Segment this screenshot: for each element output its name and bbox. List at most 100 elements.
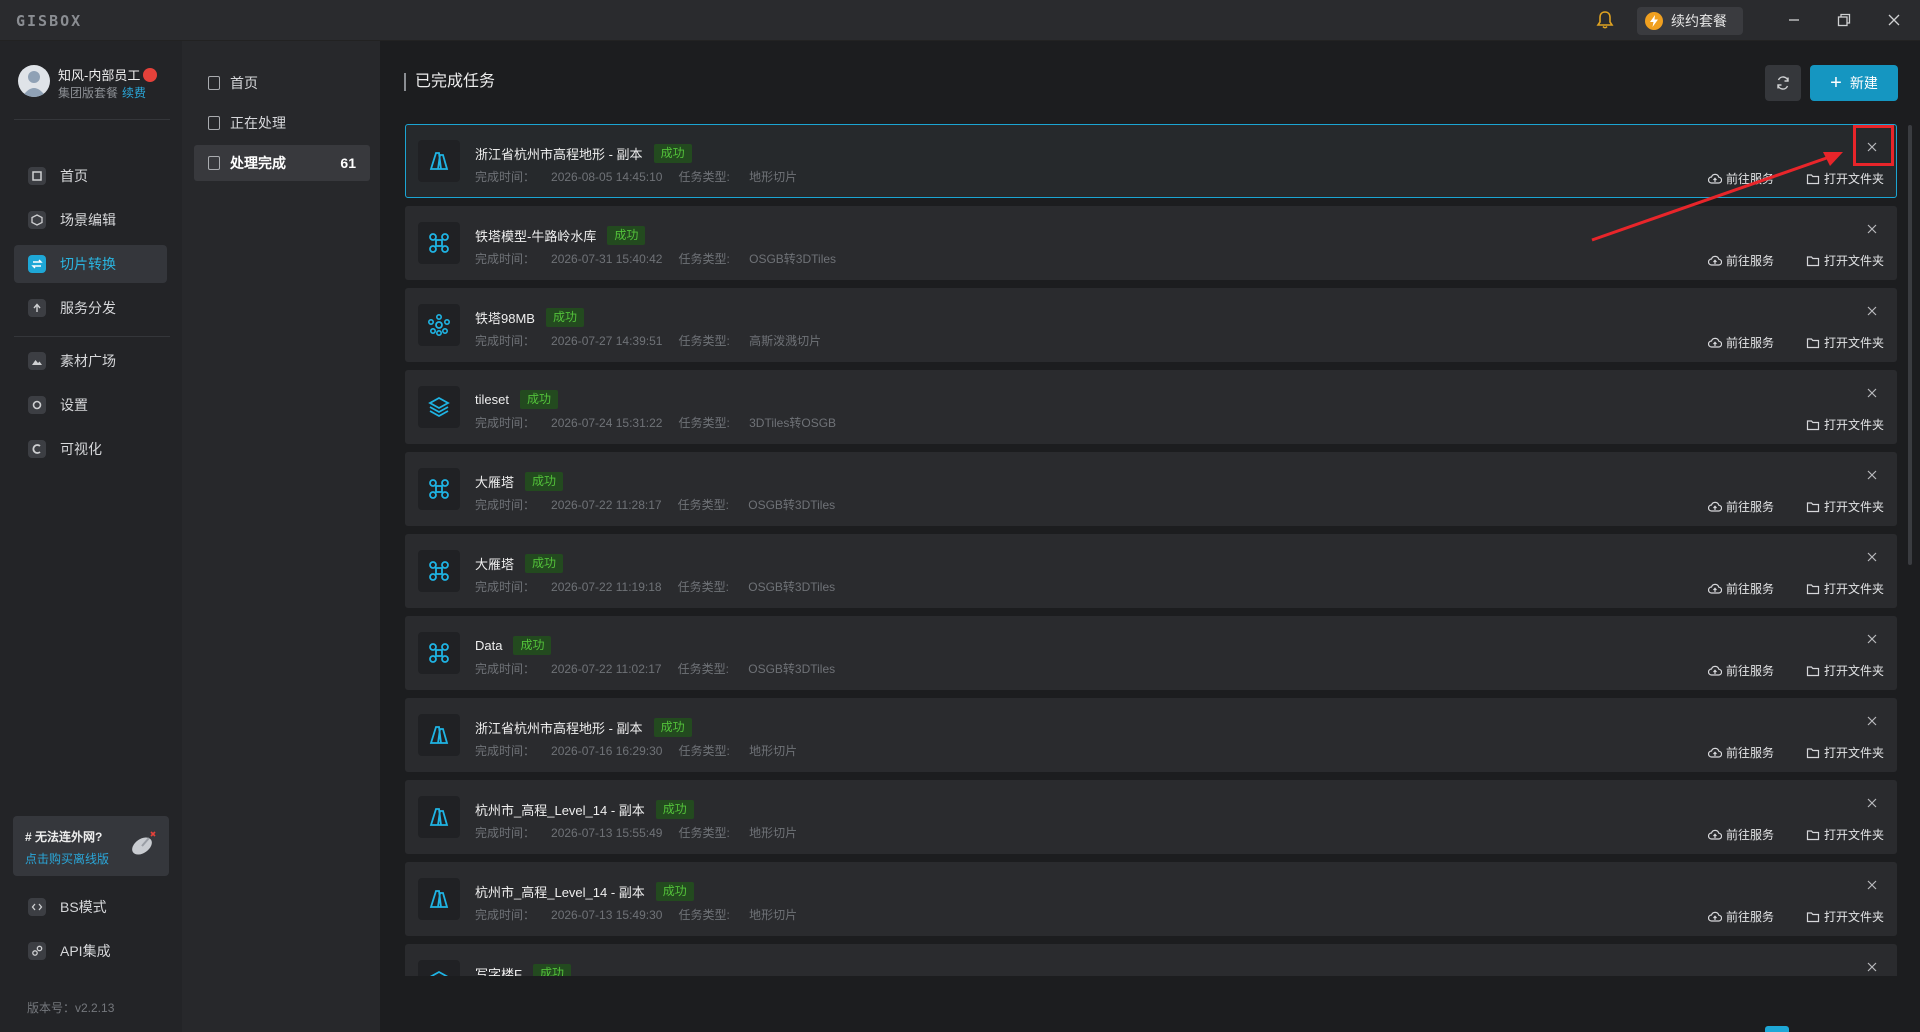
goto-service-button[interactable]: 前往服务	[1707, 826, 1774, 843]
delete-task-button[interactable]	[1864, 467, 1880, 483]
status-badge: 成功	[655, 800, 694, 819]
sub-item-processing[interactable]: 正在处理	[194, 105, 370, 141]
maximize-button[interactable]	[1832, 8, 1856, 32]
close-icon	[1888, 14, 1900, 26]
page-3-button[interactable]: 3	[1825, 1026, 1849, 1032]
goto-service-button[interactable]: 前往服务	[1707, 580, 1774, 597]
version-label: 版本号：v2.2.13	[27, 1001, 115, 1015]
task-time: 完成时间： 2026-07-13 15:55:49	[475, 826, 663, 840]
status-badge: 成功	[607, 226, 646, 245]
open-folder-button[interactable]: 打开文件夹	[1806, 334, 1884, 351]
delete-task-button[interactable]	[1864, 303, 1880, 319]
refresh-icon	[1777, 76, 1789, 90]
task-name: 写字楼F	[475, 967, 522, 976]
close-icon	[1867, 962, 1877, 972]
task-row[interactable]: 写字楼F 成功 前往服务 打开文件夹	[405, 944, 1897, 976]
minimize-button[interactable]	[1782, 8, 1806, 32]
title-bar: GISBOX 续约套餐	[0, 0, 1920, 41]
task-type-icon	[418, 632, 460, 674]
task-row[interactable]: 浙江省杭州市高程地形 - 副本 成功 完成时间： 2026-07-16 16:29…	[405, 698, 1897, 772]
task-row[interactable]: 杭州市_高程_Level_14 - 副本 成功 完成时间： 2026-07-13 …	[405, 780, 1897, 854]
nav-item-assets[interactable]: 素材广场	[14, 342, 167, 380]
user-profile[interactable]: 知风-内部员工 集团版套餐 续费	[18, 63, 178, 103]
page-4-button[interactable]: 4	[1855, 1026, 1879, 1032]
task-row[interactable]: 大雁塔 成功 完成时间： 2026-07-22 11:28:17 任务类型: OSG…	[405, 452, 1897, 526]
goto-service-button[interactable]: 前往服务	[1707, 252, 1774, 269]
bell-icon[interactable]	[1595, 10, 1615, 30]
nav-item-label: 首页	[60, 168, 88, 184]
task-type-icon	[418, 960, 460, 976]
nav-item-service[interactable]: 服务分发	[14, 289, 167, 327]
open-folder-button[interactable]: 打开文件夹	[1806, 826, 1884, 843]
scrollbar[interactable]	[1908, 125, 1912, 565]
task-row[interactable]: tileset 成功 完成时间： 2026-07-24 15:31:22 任务类型:…	[405, 370, 1897, 444]
renew-link[interactable]: 续费	[122, 86, 146, 100]
buy-offline-link[interactable]: 点击购买离线版	[25, 850, 109, 867]
close-window-button[interactable]	[1882, 8, 1906, 32]
sub-item-completed[interactable]: 处理完成 61	[194, 145, 370, 181]
task-type: 任务类型: 地形切片	[678, 908, 798, 922]
terrain-icon	[429, 152, 449, 170]
plus-icon: +	[1830, 72, 1842, 94]
sub-menu: 首页 正在处理 处理完成 61	[182, 41, 380, 1032]
task-name: 大雁塔	[475, 557, 515, 572]
nav-item-tile-convert[interactable]: 切片转换	[14, 245, 167, 283]
new-task-button[interactable]: + 新建	[1810, 65, 1898, 101]
nav-item-bs-mode[interactable]: BS模式	[14, 888, 167, 926]
delete-task-button[interactable]	[1864, 877, 1880, 893]
goto-service-button[interactable]: 前往服务	[1707, 662, 1774, 679]
goto-service-button[interactable]: 前往服务	[1707, 744, 1774, 761]
open-folder-button[interactable]: 打开文件夹	[1806, 662, 1884, 679]
open-folder-button[interactable]: 打开文件夹	[1806, 908, 1884, 925]
page-1-button[interactable]: 1	[1765, 1026, 1789, 1032]
next-page-button[interactable]: ›	[1880, 1026, 1904, 1032]
prev-page-button[interactable]: ‹	[1740, 1026, 1764, 1032]
status-badge: 成功	[545, 308, 584, 327]
task-title: 浙江省杭州市高程地形 - 副本 成功	[475, 718, 692, 737]
task-row[interactable]: Data 成功 完成时间： 2026-07-22 11:02:17 任务类型: OS…	[405, 616, 1897, 690]
delete-task-button[interactable]	[1864, 795, 1880, 811]
nav-item-home[interactable]: 首页	[14, 157, 167, 195]
goto-service-button[interactable]: 前往服务	[1707, 334, 1774, 351]
sub-item-home[interactable]: 首页	[194, 65, 370, 101]
nav-item-api[interactable]: API集成	[14, 932, 167, 970]
task-type-icon	[418, 222, 460, 264]
open-folder-button[interactable]: 打开文件夹	[1806, 498, 1884, 515]
open-folder-button[interactable]: 打开文件夹	[1806, 416, 1884, 433]
task-time: 完成时间： 2026-07-22 11:19:18	[475, 580, 662, 594]
goto-service-button[interactable]: 前往服务	[1707, 908, 1774, 925]
task-row[interactable]: 杭州市_高程_Level_14 - 副本 成功 完成时间： 2026-07-13 …	[405, 862, 1897, 936]
page-2-button[interactable]: 2	[1795, 1026, 1819, 1032]
open-folder-button[interactable]: 打开文件夹	[1806, 744, 1884, 761]
delete-task-button[interactable]	[1864, 631, 1880, 647]
model-icon	[429, 233, 449, 253]
nav-item-visualize[interactable]: 可视化	[14, 430, 167, 468]
task-time: 完成时间： 2026-07-31 15:40:42	[475, 252, 663, 266]
delete-task-button[interactable]	[1864, 385, 1880, 401]
delete-task-button[interactable]	[1864, 713, 1880, 729]
delete-task-button[interactable]	[1864, 221, 1880, 237]
task-type-icon	[418, 386, 460, 428]
task-row[interactable]: 大雁塔 成功 完成时间： 2026-07-22 11:19:18 任务类型: OSG…	[405, 534, 1897, 608]
task-title: Data 成功	[475, 636, 552, 655]
close-icon	[1867, 880, 1877, 890]
refresh-button[interactable]	[1765, 65, 1801, 101]
open-folder-button[interactable]: 打开文件夹	[1806, 252, 1884, 269]
sub-item-label: 正在处理	[230, 115, 286, 131]
delete-task-button[interactable]	[1864, 549, 1880, 565]
delete-task-button[interactable]	[1864, 959, 1880, 975]
nav-item-settings[interactable]: 设置	[14, 386, 167, 424]
status-badge: 成功	[525, 472, 564, 491]
offline-title: # 无法连外网?	[25, 830, 103, 844]
nav-item-scene-edit[interactable]: 场景编辑	[14, 201, 167, 239]
goto-service-button[interactable]: 前往服务	[1707, 498, 1774, 515]
cloud-upload-icon	[1707, 337, 1722, 348]
satellite-dish-icon	[132, 831, 156, 855]
task-name: 杭州市_高程_Level_14 - 副本	[475, 885, 645, 900]
offline-version-card[interactable]: # 无法连外网? 点击购买离线版	[13, 816, 169, 876]
page-title: 已完成任务	[404, 73, 495, 91]
open-folder-button[interactable]: 打开文件夹	[1806, 580, 1884, 597]
task-time: 完成时间： 2026-07-22 11:02:17	[475, 662, 662, 676]
renew-plan-button[interactable]: 续约套餐	[1637, 7, 1743, 35]
task-row[interactable]: 铁塔98MB 成功 完成时间： 2026-07-27 14:39:51 任务类型: …	[405, 288, 1897, 362]
